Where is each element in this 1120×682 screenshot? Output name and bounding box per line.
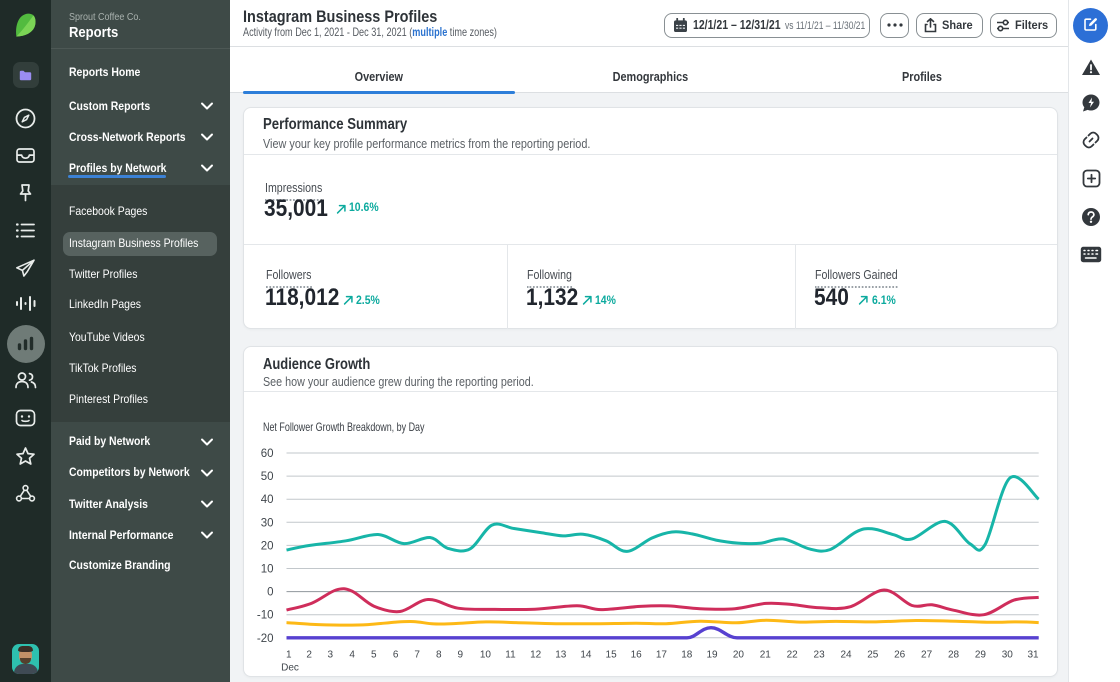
svg-text:27: 27 <box>921 650 933 661</box>
svg-text:29: 29 <box>975 650 987 661</box>
svg-text:23: 23 <box>814 650 826 661</box>
svg-text:14: 14 <box>580 650 592 661</box>
svg-text:-20: -20 <box>257 633 274 645</box>
svg-text:15: 15 <box>606 650 618 661</box>
svg-text:6: 6 <box>393 650 399 661</box>
svg-text:3: 3 <box>328 650 334 661</box>
svg-text:5: 5 <box>371 650 377 661</box>
svg-text:8: 8 <box>436 650 442 661</box>
svg-text:0: 0 <box>267 587 273 599</box>
svg-text:26: 26 <box>894 650 906 661</box>
svg-text:31: 31 <box>1027 650 1039 661</box>
svg-text:10: 10 <box>480 650 492 661</box>
svg-text:18: 18 <box>681 650 693 661</box>
svg-text:22: 22 <box>787 650 799 661</box>
svg-text:20: 20 <box>261 540 274 552</box>
svg-text:7: 7 <box>414 650 420 661</box>
svg-text:25: 25 <box>867 650 879 661</box>
svg-text:28: 28 <box>948 650 960 661</box>
svg-text:11: 11 <box>505 650 516 661</box>
svg-text:2: 2 <box>306 650 312 661</box>
svg-text:12: 12 <box>530 650 542 661</box>
svg-text:16: 16 <box>631 650 643 661</box>
svg-text:1: 1 <box>286 650 292 661</box>
svg-text:20: 20 <box>733 650 745 661</box>
svg-text:30: 30 <box>261 517 274 529</box>
svg-text:40: 40 <box>261 494 274 506</box>
svg-text:24: 24 <box>840 650 852 661</box>
svg-text:21: 21 <box>760 650 772 661</box>
svg-text:30: 30 <box>1002 650 1014 661</box>
svg-text:19: 19 <box>706 650 718 661</box>
svg-text:10: 10 <box>261 564 274 576</box>
svg-text:50: 50 <box>261 471 274 483</box>
svg-text:-10: -10 <box>257 610 274 622</box>
svg-text:60: 60 <box>261 448 274 460</box>
svg-text:Dec: Dec <box>281 663 299 674</box>
svg-text:9: 9 <box>457 650 463 661</box>
svg-text:4: 4 <box>349 650 355 661</box>
svg-text:17: 17 <box>656 650 668 661</box>
svg-text:13: 13 <box>555 650 567 661</box>
